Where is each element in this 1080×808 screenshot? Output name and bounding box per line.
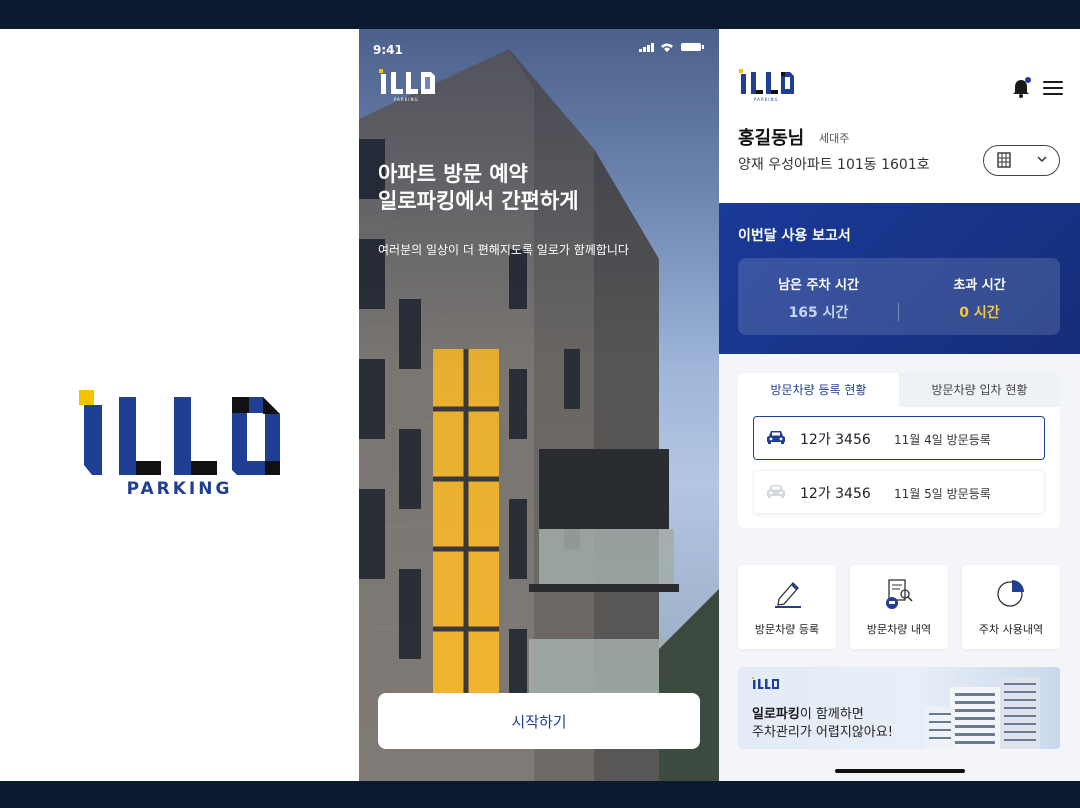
splash-screen: PARKING (0, 29, 359, 781)
start-button[interactable]: 시작하기 (378, 693, 700, 749)
signal-icon (639, 43, 654, 52)
menu-label: 주차 사용내역 (978, 623, 1044, 636)
menu-tile-usage[interactable]: 주차 사용내역 (962, 565, 1060, 649)
car-icon (767, 485, 785, 498)
onboarding-screen: 9:41 PARKING 아파트 방문 예약 일로파킹에서 간편하게 여러분의 … (359, 29, 719, 781)
tab-registration-status[interactable]: 방문차량 등록 현황 (738, 373, 899, 407)
building-selector[interactable] (983, 145, 1060, 176)
pencil-icon (775, 582, 801, 608)
wifi-icon (661, 43, 673, 52)
hamburger-menu-icon[interactable] (1043, 81, 1063, 95)
user-name: 홍길동님 (738, 128, 805, 149)
subtext: 여러분의 일상이 더 편해지도록 일로가 함께합니다 (378, 243, 629, 257)
vehicle-status-card: 방문차량 등록 현황 방문차량 입차 현황 12가 3456 11월 4일 방문… (738, 373, 1060, 528)
parking-tagline: PARKING (126, 479, 233, 499)
banner-line1-rest: 이 함께하면 (799, 707, 864, 722)
over-time-stat: 초과 시간 0 시간 (899, 258, 1060, 335)
menu-label: 방문차량 등록 (754, 623, 820, 636)
building-icon (997, 152, 1011, 168)
tab-entry-status[interactable]: 방문차량 입차 현황 (899, 373, 1060, 407)
illo-logo-small: PARKING (738, 69, 796, 107)
quick-menu: 방문차량 등록 방문차량 내역 주차 사용내역 (738, 565, 1060, 649)
logo-sub: PARKING (394, 97, 419, 102)
dashboard-screen: PARKING 홍길동님 세대주 양재 우성아파트 101동 1601호 이번달… (719, 29, 1080, 781)
vehicle-plate: 12가 3456 (800, 486, 871, 502)
headline-line1: 아파트 방문 예약 (378, 162, 528, 186)
apartment-illustration (925, 677, 1040, 749)
user-role: 세대주 (819, 132, 850, 145)
vehicle-row[interactable]: 12가 3456 11월 5일 방문등록 (753, 470, 1045, 514)
banner-line2: 주차관리가 어렵지않아요! (752, 725, 893, 740)
monthly-report: 이번달 사용 보고서 남은 주차 시간 165 시간 초과 시간 0 시간 (719, 203, 1080, 354)
illo-logo-tiny (752, 677, 779, 689)
status-time: 9:41 (373, 43, 403, 57)
header-section: PARKING 홍길동님 세대주 양재 우성아파트 101동 1601호 (719, 29, 1080, 203)
car-icon (767, 431, 785, 444)
banner-line1: 일로파킹이 함께하면 (752, 703, 864, 722)
user-address: 양재 우성아파트 101동 1601호 (738, 157, 930, 173)
logo-sub: PARKING (754, 97, 779, 102)
headline: 아파트 방문 예약 일로파킹에서 간편하게 (378, 161, 678, 215)
remaining-label: 남은 주차 시간 (778, 278, 859, 293)
over-value: 0 시간 (959, 305, 1000, 321)
menu-label: 방문차량 내역 (866, 623, 932, 636)
pie-chart-icon (997, 580, 1024, 607)
headline-line2: 일로파킹에서 간편하게 (378, 189, 579, 213)
battery-icon (681, 43, 701, 51)
vehicle-date: 11월 5일 방문등록 (894, 487, 991, 501)
illo-logo-white: PARKING (378, 69, 438, 109)
vehicle-row[interactable]: 12가 3456 11월 4일 방문등록 (753, 416, 1045, 460)
status-icons (639, 43, 704, 52)
document-search-icon (886, 579, 913, 609)
illo-logo (77, 387, 283, 477)
menu-tile-register[interactable]: 방문차량 등록 (738, 565, 836, 649)
home-indicator (835, 769, 965, 773)
over-label: 초과 시간 (953, 278, 1006, 293)
remaining-value: 165 시간 (788, 305, 849, 321)
remaining-time-stat: 남은 주차 시간 165 시간 (738, 258, 899, 335)
vehicle-plate: 12가 3456 (800, 432, 871, 448)
photo-overlay (359, 29, 719, 781)
notification-bell-icon[interactable] (1010, 77, 1032, 99)
promo-banner[interactable]: 일로파킹이 함께하면 주차관리가 어렵지않아요! (738, 667, 1060, 749)
menu-tile-history[interactable]: 방문차량 내역 (850, 565, 948, 649)
vehicle-date: 11월 4일 방문등록 (894, 433, 991, 447)
chevron-down-icon (1037, 156, 1047, 163)
report-title: 이번달 사용 보고서 (738, 228, 851, 244)
banner-highlight: 일로파킹 (752, 707, 800, 722)
report-stats: 남은 주차 시간 165 시간 초과 시간 0 시간 (738, 258, 1060, 335)
